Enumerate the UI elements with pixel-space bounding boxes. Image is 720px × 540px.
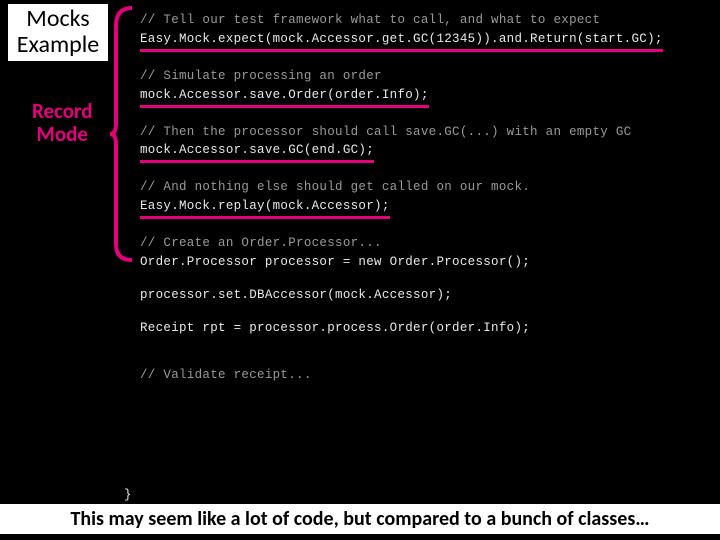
title-line1: Mocks	[26, 4, 89, 33]
code-line-savegc: mock.Accessor.save.GC(end.GC);	[140, 142, 374, 163]
code-comment: // Create an Order.Processor...	[140, 235, 710, 252]
slide-footer: This may seem like a lot of code, but co…	[0, 504, 720, 534]
title-line2: Example	[17, 30, 99, 59]
record-line1: Record	[32, 98, 93, 124]
code-close-brace: }	[124, 488, 132, 502]
record-mode-label: Record Mode	[32, 100, 93, 146]
code-block: // Tell our test framework what to call,…	[140, 12, 710, 502]
slide-title: Mocks Example	[8, 4, 108, 61]
record-line2: Mode	[37, 121, 89, 147]
code-line-replay: Easy.Mock.replay(mock.Accessor);	[140, 198, 390, 219]
code-comment: // Validate receipt...	[140, 367, 710, 384]
code-comment: // And nothing else should get called on…	[140, 179, 710, 196]
code-comment: // Simulate processing an order	[140, 68, 710, 85]
code-comment: // Then the processor should call save.G…	[140, 124, 710, 141]
code-line-saveorder: mock.Accessor.save.Order(order.Info);	[140, 87, 429, 108]
code-line-receipt: Receipt rpt = processor.process.Order(or…	[140, 320, 710, 337]
code-line-set-accessor: processor.set.DBAccessor(mock.Accessor);	[140, 287, 710, 304]
code-line-expect: Easy.Mock.expect(mock.Accessor.get.GC(12…	[140, 31, 663, 52]
code-line-processor-decl: Order.Processor processor = new Order.Pr…	[140, 254, 710, 271]
bracket-icon	[108, 6, 136, 262]
code-comment: // Tell our test framework what to call,…	[140, 12, 710, 29]
